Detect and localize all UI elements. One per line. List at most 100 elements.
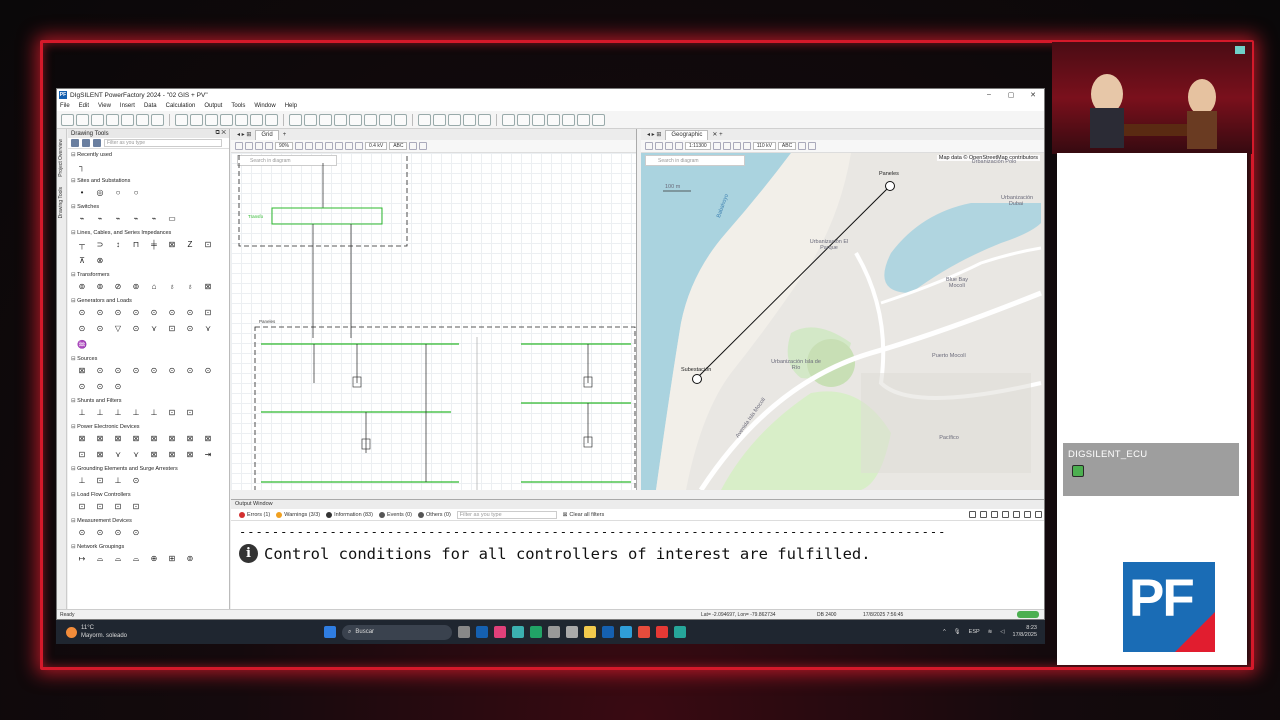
filter-icon[interactable] — [93, 139, 101, 147]
toolbar-button-icon[interactable] — [478, 113, 491, 126]
toolbar-button-icon[interactable] — [334, 113, 347, 126]
tray-chevron-icon[interactable]: ^ — [943, 629, 946, 635]
drawing-symbol-icon[interactable]: ⊡ — [201, 239, 215, 251]
filter-errors[interactable]: Errors (1) — [239, 511, 270, 518]
app-green-icon[interactable] — [530, 626, 542, 638]
drawing-symbol-icon[interactable]: ⊥ — [129, 407, 143, 419]
toolbar-button-icon[interactable] — [592, 113, 605, 126]
drawing-symbol-icon[interactable]: ⊙ — [75, 323, 89, 335]
add-tab-icon[interactable]: + — [283, 132, 287, 138]
text-icon[interactable] — [355, 142, 364, 150]
drawing-symbol-icon[interactable]: ⊡ — [111, 501, 125, 513]
drawing-symbol-icon[interactable]: ⋎ — [201, 323, 215, 335]
toolbar-button-icon[interactable] — [205, 113, 218, 126]
drawing-symbol-icon[interactable]: ⊃ — [93, 239, 107, 251]
drawing-symbol-icon[interactable]: ╪ — [147, 239, 161, 251]
drawing-symbol-icon[interactable]: ⊙ — [111, 527, 125, 539]
drawing-symbol-icon[interactable]: ⌁ — [111, 213, 125, 225]
start-windows-icon[interactable] — [324, 626, 336, 638]
drawing-symbol-icon[interactable]: ⊠ — [147, 433, 161, 445]
drawing-symbol-icon[interactable]: ⊙ — [129, 323, 143, 335]
drawing-symbol-icon[interactable]: ↕ — [111, 239, 125, 251]
volume-icon[interactable]: ◁ — [1000, 629, 1004, 635]
filter-information[interactable]: Information (83) — [326, 511, 373, 518]
calculator-icon[interactable] — [548, 626, 560, 638]
text-style-select[interactable]: ABC — [389, 142, 408, 150]
geo-zoom-all-icon[interactable] — [675, 142, 683, 150]
drawing-symbol-icon[interactable]: ◎ — [93, 187, 107, 199]
drawing-symbol-icon[interactable]: ▽ — [111, 323, 125, 335]
drawing-symbol-icon[interactable]: ⊙ — [183, 365, 197, 377]
drawing-symbol-icon[interactable]: ⊥ — [75, 475, 89, 487]
symbol-category-label[interactable]: Recently used — [68, 151, 229, 159]
file-explorer-icon[interactable] — [584, 626, 596, 638]
filter-warnings[interactable]: Warnings (3/3) — [276, 511, 320, 518]
symbol-category-label[interactable]: Measurement Devices — [68, 517, 229, 525]
symbol-category-label[interactable]: Transformers — [68, 271, 229, 279]
toolbar-button-icon[interactable] — [136, 113, 149, 126]
single-line-diagram[interactable]: Search in diagram Transfo Paneles — [231, 153, 636, 490]
drawing-symbol-icon[interactable]: ⊡ — [93, 475, 107, 487]
settings-icon[interactable] — [419, 142, 428, 150]
drawing-symbol-icon[interactable]: ⊠ — [75, 433, 89, 445]
drawing-symbol-icon[interactable]: ⊞ — [165, 553, 179, 565]
menu-insert[interactable]: Insert — [120, 103, 135, 109]
drawing-symbol-icon[interactable]: ⊡ — [75, 501, 89, 513]
toolbar-button-icon[interactable] — [379, 113, 392, 126]
drawing-symbol-icon[interactable]: ⊙ — [129, 307, 143, 319]
output-filter-input[interactable]: Filter as you type — [456, 510, 557, 519]
output-copy-icon[interactable] — [991, 511, 998, 518]
wifi-icon[interactable]: ≋ — [988, 629, 993, 635]
drawing-symbol-icon[interactable]: ⊙ — [75, 527, 89, 539]
geo-rebuild-icon[interactable] — [655, 142, 663, 150]
drawing-symbol-icon[interactable]: ♁ — [183, 281, 197, 293]
filter-events[interactable]: Events (0) — [378, 511, 412, 518]
drawing-symbol-icon[interactable]: ⌁ — [147, 213, 161, 225]
toolbar-button-icon[interactable] — [304, 113, 317, 126]
drawing-symbol-icon[interactable]: ⊚ — [129, 281, 143, 293]
toolbar-button-icon[interactable] — [532, 113, 545, 126]
drawing-symbol-icon[interactable]: ⊙ — [147, 307, 161, 319]
copilot-icon[interactable] — [494, 626, 506, 638]
drawing-symbol-icon[interactable]: ⊠ — [165, 449, 179, 461]
close-button[interactable]: ✕ — [1022, 91, 1044, 99]
symbol-category-label[interactable]: Power Electronic Devices — [68, 423, 229, 431]
drawing-symbol-icon[interactable]: ⊙ — [129, 475, 143, 487]
output-settings-icon[interactable] — [969, 511, 976, 518]
drawing-symbol-icon[interactable]: ⊼ — [75, 255, 89, 267]
drawing-symbol-icon[interactable]: ⋎ — [129, 449, 143, 461]
drawing-symbol-icon[interactable]: ⌓ — [111, 553, 125, 565]
powerfactory-app-icon[interactable] — [476, 626, 488, 638]
system-clock[interactable]: 8:23 17/8/2025 — [1013, 625, 1037, 639]
drawing-symbol-icon[interactable]: ⊡ — [165, 323, 179, 335]
menu-output[interactable]: Output — [204, 103, 222, 109]
symbol-category-label[interactable]: Grounding Elements and Surge Arresters — [68, 465, 229, 473]
drawing-symbol-icon[interactable]: ⊙ — [93, 307, 107, 319]
drawing-symbol-icon[interactable]: ⊙ — [111, 307, 125, 319]
menu-help[interactable]: Help — [285, 103, 297, 109]
filter-others[interactable]: Others (0) — [418, 511, 451, 518]
toolbar-button-icon[interactable] — [289, 113, 302, 126]
drawing-symbol-icon[interactable]: ⊠ — [165, 239, 179, 251]
toolbar-button-icon[interactable] — [121, 113, 134, 126]
tab-geographic[interactable]: Geographic — [665, 129, 709, 140]
grid-toggle-icon[interactable] — [82, 139, 90, 147]
zoom-select[interactable]: 90% — [275, 142, 294, 150]
drawing-symbol-icon[interactable]: ⊚ — [75, 281, 89, 293]
drawing-symbol-icon[interactable]: ⊙ — [75, 307, 89, 319]
language-indicator[interactable]: ESP — [969, 629, 980, 635]
geo-close-tab-icon[interactable]: ✕ + — [712, 131, 722, 138]
drawing-symbol-icon[interactable]: ⊙ — [183, 323, 197, 335]
toolbar-button-icon[interactable] — [265, 113, 278, 126]
toolbar-button-icon[interactable] — [76, 113, 89, 126]
toolbar-button-icon[interactable] — [250, 113, 263, 126]
drawing-symbol-icon[interactable]: ⌓ — [129, 553, 143, 565]
geo-export-icon[interactable] — [798, 142, 807, 150]
drawing-symbol-icon[interactable]: ⊙ — [165, 365, 179, 377]
powerfactory-2-icon[interactable] — [602, 626, 614, 638]
drawing-symbol-icon[interactable]: ⊠ — [201, 433, 215, 445]
minimize-button[interactable]: – — [978, 91, 1000, 99]
drawing-symbol-icon[interactable]: ⇥ — [201, 449, 215, 461]
drawing-symbol-icon[interactable]: ⊙ — [93, 365, 107, 377]
symbol-category-label[interactable]: Lines, Cables, and Series Impedances — [68, 229, 229, 237]
